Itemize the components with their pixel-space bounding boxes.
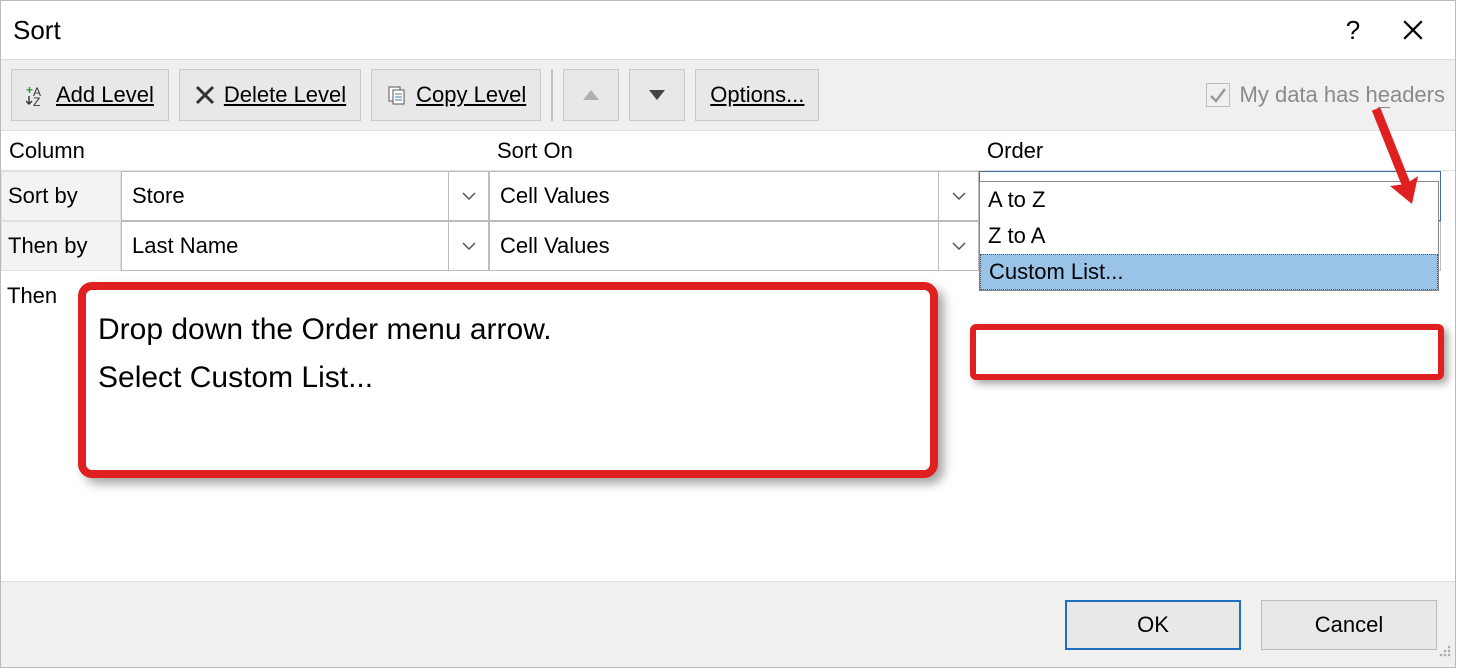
checkbox-box — [1206, 83, 1230, 107]
chevron-down-icon — [448, 172, 488, 220]
resize-grip-icon[interactable] — [1437, 639, 1453, 665]
annotation-callout: Drop down the Order menu arrow. Select C… — [78, 282, 938, 478]
column-value: Store — [132, 183, 185, 209]
dropdown-option-selected[interactable]: Custom List... — [980, 254, 1438, 290]
toolbar-divider — [551, 69, 553, 121]
row-label: Then by — [1, 221, 121, 271]
column-combo[interactable]: Store — [121, 171, 489, 221]
sorton-combo[interactable]: Cell Values — [489, 221, 979, 271]
sorton-value: Cell Values — [500, 183, 610, 209]
delete-level-label: Delete Level — [224, 82, 346, 107]
column-combo[interactable]: Last Name — [121, 221, 489, 271]
callout-line2: Select Custom List... — [98, 354, 918, 402]
headers-label: My data has headers — [1240, 82, 1445, 108]
check-icon — [1209, 86, 1227, 104]
dialog-title: Sort — [13, 15, 61, 46]
delete-icon — [194, 84, 216, 106]
add-level-label: Add Level — [56, 82, 154, 107]
toolbar: + A Z Add Level Delete Level Copy Level … — [1, 59, 1455, 131]
copy-level-label: Copy Level — [416, 82, 526, 107]
header-sorton: Sort On — [489, 138, 979, 164]
callout-line1: Drop down the Order menu arrow. — [98, 306, 918, 354]
sorton-combo[interactable]: Cell Values — [489, 171, 979, 221]
header-column: Column — [1, 138, 489, 164]
sorton-value: Cell Values — [500, 233, 610, 259]
chevron-down-icon — [448, 222, 488, 270]
delete-level-button[interactable]: Delete Level — [179, 69, 361, 121]
headers-checkbox[interactable]: My data has headers — [1206, 82, 1445, 108]
chevron-down-icon — [938, 172, 978, 220]
dropdown-option[interactable]: A to Z — [980, 182, 1438, 218]
svg-text:+: + — [26, 84, 33, 97]
column-value: Last Name — [132, 233, 238, 259]
close-icon — [1402, 19, 1424, 41]
order-dropdown[interactable]: A to Z Z to A Custom List... — [979, 181, 1439, 291]
add-level-button[interactable]: + A Z Add Level — [11, 69, 169, 121]
options-button[interactable]: Options... — [695, 69, 819, 121]
triangle-up-icon — [583, 90, 599, 100]
row-label: Sort by — [1, 171, 121, 221]
header-order: Order — [979, 138, 1455, 164]
chevron-down-icon — [938, 222, 978, 270]
titlebar: Sort ? — [1, 1, 1455, 59]
copy-level-button[interactable]: Copy Level — [371, 69, 541, 121]
cancel-button[interactable]: Cancel — [1261, 600, 1437, 650]
ok-button[interactable]: OK — [1065, 600, 1241, 650]
dialog-footer: OK Cancel — [1, 581, 1455, 667]
svg-text:Z: Z — [33, 95, 40, 106]
options-label: Options... — [710, 82, 804, 107]
close-button[interactable] — [1383, 10, 1443, 50]
grid-header: Column Sort On Order — [1, 131, 1455, 171]
move-up-button[interactable] — [563, 69, 619, 121]
add-level-icon: + A Z — [26, 84, 48, 106]
move-down-button[interactable] — [629, 69, 685, 121]
dropdown-option[interactable]: Z to A — [980, 218, 1438, 254]
copy-icon — [386, 84, 408, 106]
triangle-down-icon — [649, 90, 665, 100]
help-button[interactable]: ? — [1323, 10, 1383, 50]
